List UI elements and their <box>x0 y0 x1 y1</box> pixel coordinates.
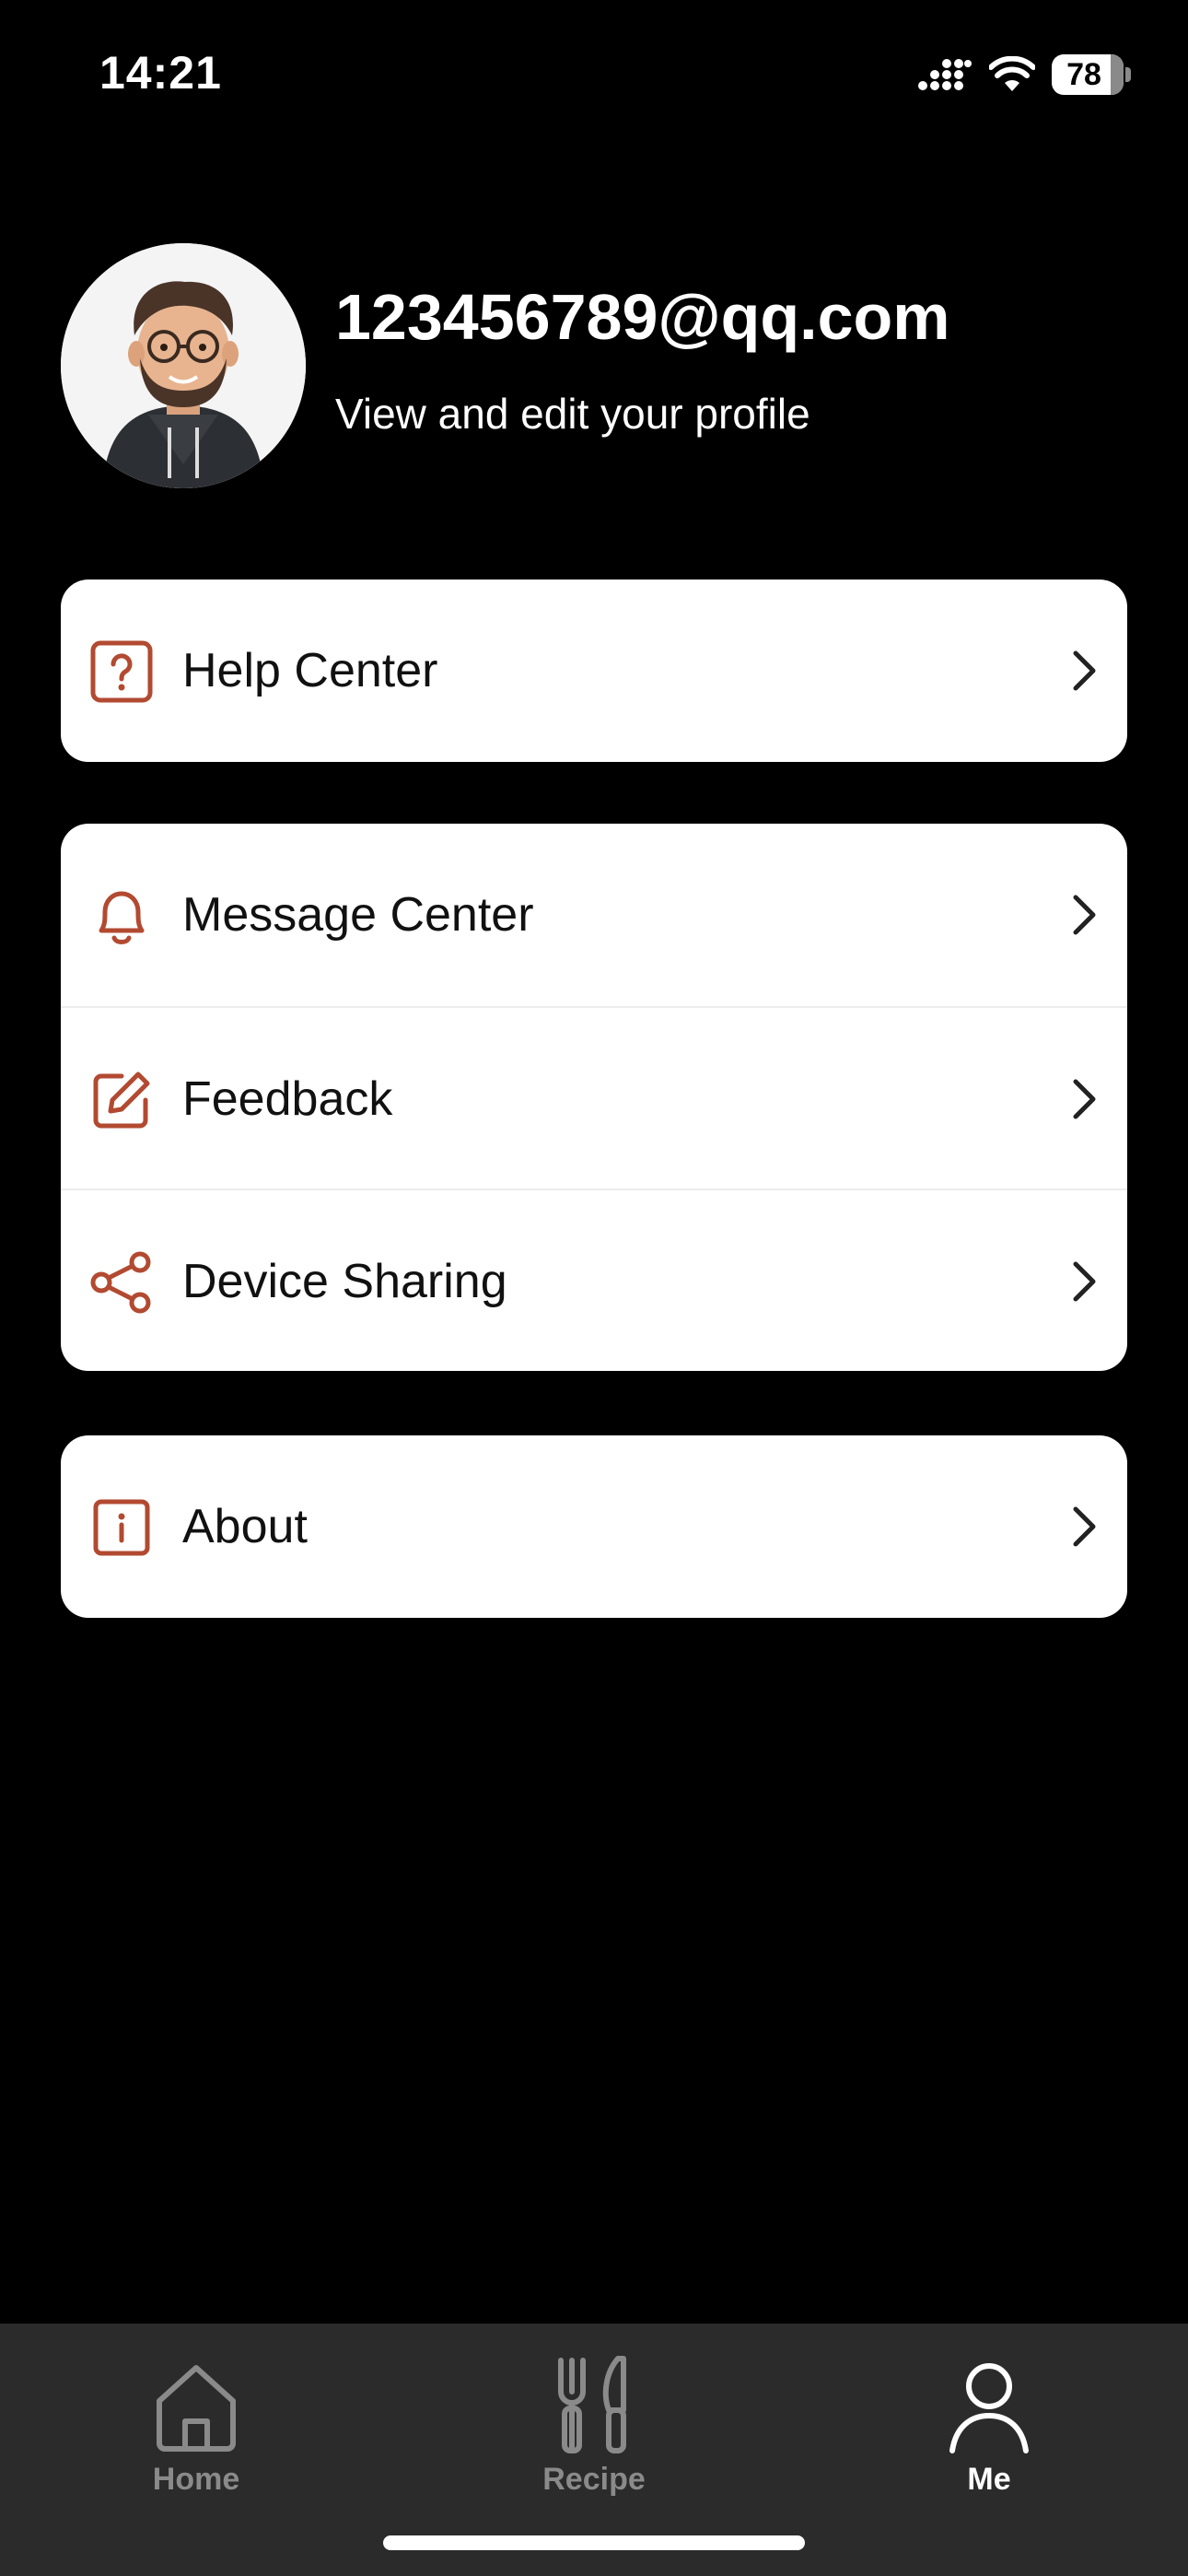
wifi-icon <box>989 56 1035 91</box>
chevron-right-icon <box>1073 895 1096 935</box>
person-icon <box>949 2363 1029 2453</box>
about-row[interactable]: About <box>61 1435 1127 1618</box>
chevron-right-icon <box>1073 1079 1096 1119</box>
message-center-label: Message Center <box>182 888 534 942</box>
status-bar: 14:21 78 <box>0 0 1188 157</box>
tab-home[interactable]: Home <box>104 2324 288 2535</box>
help-icon <box>90 640 153 703</box>
menu-card-main: Message Center Feedback Device Sharing <box>61 824 1127 1371</box>
status-icons: 78 <box>917 52 1131 98</box>
menu-card-about: About <box>61 1435 1127 1618</box>
help-center-row[interactable]: Help Center <box>61 580 1127 762</box>
menu-card-help: Help Center <box>61 580 1127 762</box>
signal-icon <box>918 59 972 90</box>
profile-email: 123456789@qq.com <box>335 281 950 353</box>
info-icon <box>93 1499 150 1556</box>
chevron-right-icon <box>1073 1506 1096 1547</box>
chevron-right-icon <box>1073 650 1096 691</box>
battery-cap <box>1125 67 1131 82</box>
profile-header[interactable]: 123456789@qq.com View and edit your prof… <box>61 243 1129 488</box>
home-indicator <box>383 2535 805 2550</box>
cutlery-icon <box>558 2356 626 2453</box>
tab-home-label: Home <box>152 2462 240 2497</box>
battery-level: 78 <box>1066 56 1101 92</box>
share-icon <box>90 1251 151 1314</box>
feedback-label: Feedback <box>182 1072 393 1126</box>
profile-subtitle[interactable]: View and edit your profile <box>335 389 810 439</box>
battery-icon: 78 <box>1052 54 1124 95</box>
about-label: About <box>182 1500 308 1553</box>
bell-icon <box>99 891 145 944</box>
status-time: 14:21 <box>99 47 222 99</box>
home-icon <box>157 2365 236 2452</box>
tab-me[interactable]: Me <box>897 2324 1081 2535</box>
message-center-row[interactable]: Message Center <box>61 824 1127 1006</box>
avatar[interactable] <box>61 243 306 488</box>
me-screen: 14:21 78 123456789@qq.com View and edit … <box>0 0 1188 2576</box>
tab-me-label: Me <box>967 2462 1011 2497</box>
tab-recipe[interactable]: Recipe <box>502 2324 686 2535</box>
chevron-right-icon <box>1073 1261 1096 1302</box>
tab-recipe-label: Recipe <box>542 2462 646 2497</box>
feedback-row[interactable]: Feedback <box>61 1006 1127 1188</box>
help-center-label: Help Center <box>182 644 438 697</box>
edit-icon <box>93 1071 150 1129</box>
device-sharing-row[interactable]: Device Sharing <box>61 1188 1127 1371</box>
device-sharing-label: Device Sharing <box>182 1255 507 1308</box>
